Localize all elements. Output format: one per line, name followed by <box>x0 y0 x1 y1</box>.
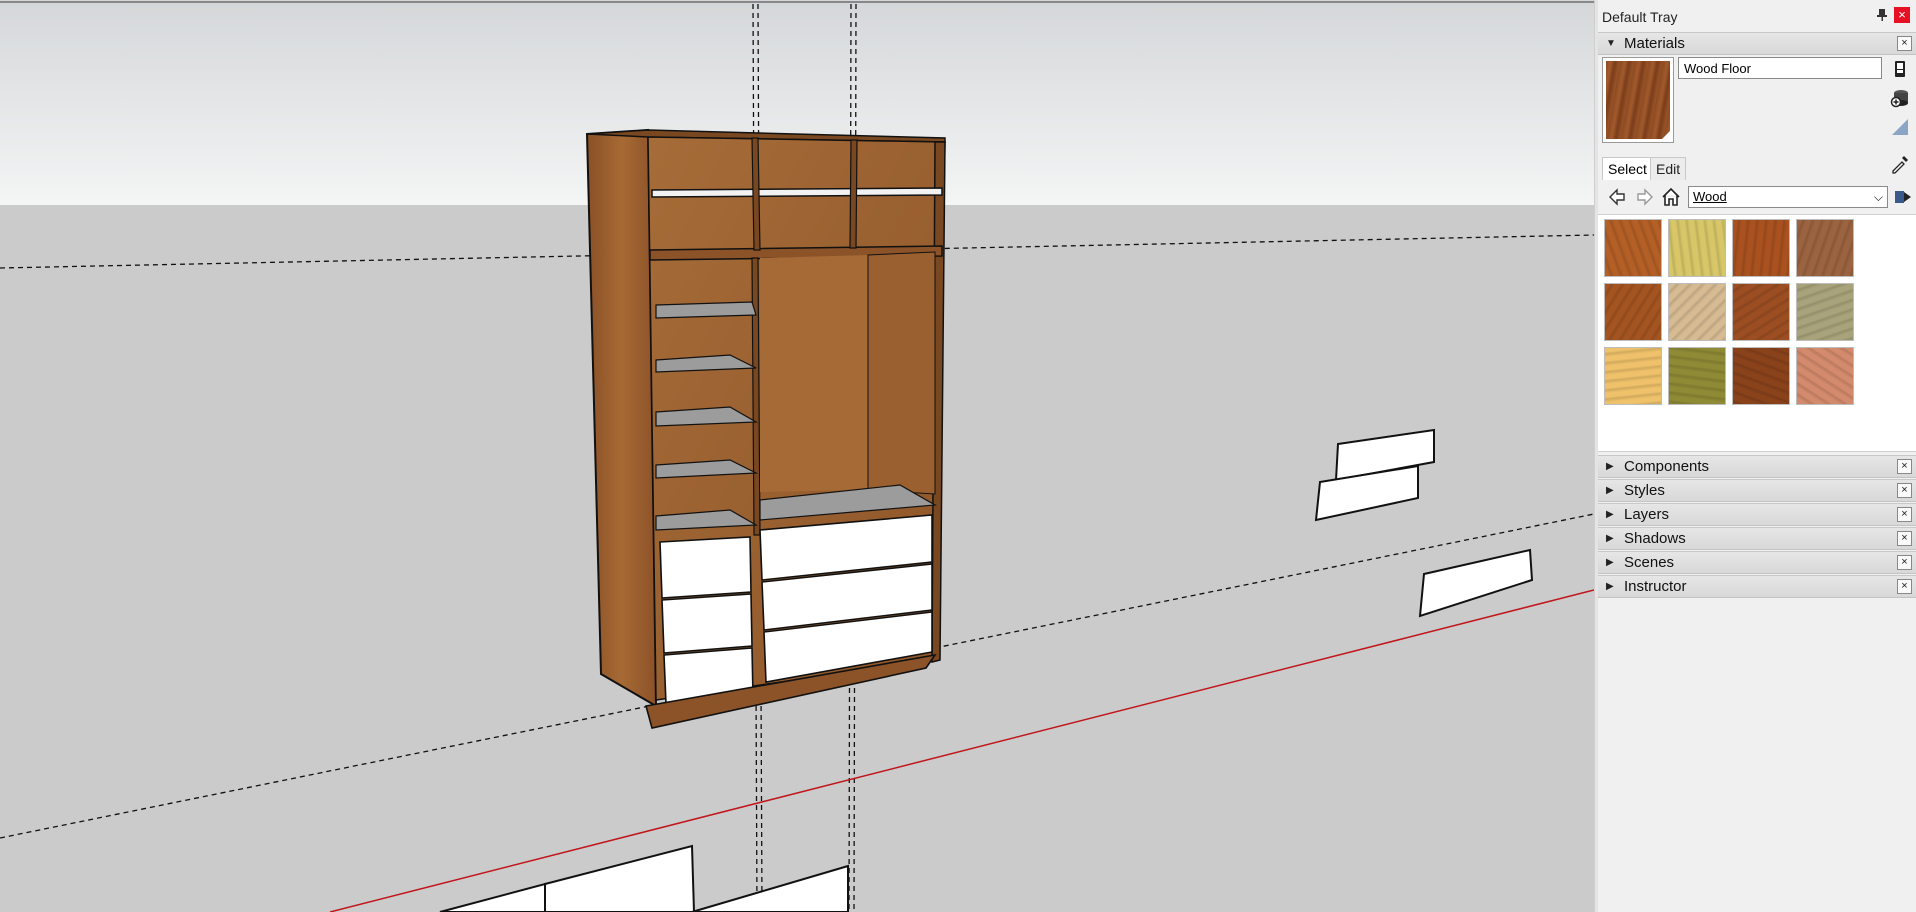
material-swatch-wood-mahogany[interactable] <box>1732 219 1790 277</box>
wardrobe-model[interactable] <box>585 128 946 729</box>
expand-triangle-icon: ▶ <box>1606 557 1614 568</box>
expand-triangle-icon: ▶ <box>1606 461 1614 472</box>
top-shelf <box>651 187 943 198</box>
close-icon[interactable]: × <box>1897 507 1912 522</box>
material-swatch-wood-cherry[interactable] <box>1604 219 1662 277</box>
home-icon[interactable] <box>1660 186 1682 208</box>
expand-triangle-icon: ▶ <box>1606 581 1614 592</box>
material-swatch-wood-maple[interactable] <box>1668 283 1726 341</box>
material-swatch-wood-walnut[interactable] <box>1796 219 1854 277</box>
material-name-field[interactable]: Wood Floor <box>1678 57 1882 79</box>
panel-label: Components <box>1624 458 1710 475</box>
close-icon[interactable]: × <box>1897 459 1912 474</box>
panel-header-scenes[interactable]: ▶ Scenes × <box>1598 551 1916 574</box>
library-select-value: Wood <box>1693 189 1727 204</box>
details-arrow-icon[interactable] <box>1892 186 1914 208</box>
close-icon[interactable]: × <box>1897 579 1912 594</box>
material-swatch-wood-olive[interactable] <box>1668 347 1726 405</box>
material-swatch-grid <box>1598 214 1916 452</box>
back-arrow-icon[interactable] <box>1606 186 1628 208</box>
panel-label: Scenes <box>1624 554 1675 571</box>
default-material-icon[interactable] <box>1890 117 1910 137</box>
tab-edit[interactable]: Edit <box>1650 157 1687 180</box>
drawer[interactable] <box>659 536 752 599</box>
close-icon[interactable]: × <box>1897 555 1912 570</box>
material-swatch-wood-parquet[interactable] <box>1604 283 1662 341</box>
material-preview[interactable] <box>1602 57 1674 143</box>
panel-header-components[interactable]: ▶ Components × <box>1598 455 1916 478</box>
tab-select[interactable]: Select <box>1602 157 1653 180</box>
chevron-down-icon: ⌵ <box>1873 190 1883 204</box>
materials-panel-header[interactable]: ▼ Materials × <box>1598 32 1916 55</box>
model-scene[interactable] <box>0 0 1594 912</box>
panel-label: Shadows <box>1624 530 1686 547</box>
close-icon[interactable]: × <box>1897 483 1912 498</box>
panel-label: Layers <box>1624 506 1670 523</box>
panel-header-shadows[interactable]: ▶ Shadows × <box>1598 527 1916 550</box>
panel-header-instructor[interactable]: ▶ Instructor × <box>1598 575 1916 598</box>
forward-arrow-icon[interactable] <box>1634 186 1656 208</box>
material-swatch-wood-bamboo[interactable] <box>1668 219 1726 277</box>
material-swatch-wood-bark[interactable] <box>1796 283 1854 341</box>
panel-header-styles[interactable]: ▶ Styles × <box>1598 479 1916 502</box>
pin-icon[interactable] <box>1876 8 1888 22</box>
divider <box>751 257 761 536</box>
divider <box>751 137 761 251</box>
hanging-area-rail <box>867 251 936 495</box>
model-viewport[interactable] <box>0 0 1594 912</box>
material-swatch-wood-particle[interactable] <box>1604 347 1662 405</box>
tray-title: Default Tray <box>1602 9 1678 25</box>
panel-header-layers[interactable]: ▶ Layers × <box>1598 503 1916 526</box>
collapse-triangle-icon: ▼ <box>1606 38 1616 49</box>
close-icon[interactable]: × <box>1897 36 1912 51</box>
create-material-icon[interactable] <box>1890 88 1910 108</box>
expand-triangle-icon: ▶ <box>1606 533 1614 544</box>
panel-label: Instructor <box>1624 578 1687 595</box>
hanging-area <box>760 255 868 492</box>
expand-triangle-icon: ▶ <box>1606 485 1614 496</box>
library-select[interactable]: Wood ⌵ <box>1688 186 1888 208</box>
display-secondary-selection-icon[interactable] <box>1890 59 1910 79</box>
material-swatch-wood-veneer[interactable] <box>1732 283 1790 341</box>
panel-label: Styles <box>1624 482 1665 499</box>
close-icon[interactable]: × <box>1897 531 1912 546</box>
materials-title: Materials <box>1624 35 1685 52</box>
shelf <box>655 301 757 319</box>
material-swatch-wood-pink[interactable] <box>1796 347 1854 405</box>
eyedropper-icon[interactable] <box>1890 154 1910 174</box>
expand-triangle-icon: ▶ <box>1606 509 1614 520</box>
drawer[interactable] <box>661 593 753 654</box>
default-tray: Default Tray × ▼ Materials × Wood Floor … <box>1598 0 1916 912</box>
divider <box>849 139 858 249</box>
close-tray-button[interactable]: × <box>1894 7 1910 23</box>
material-swatch-wood-dark[interactable] <box>1732 347 1790 405</box>
